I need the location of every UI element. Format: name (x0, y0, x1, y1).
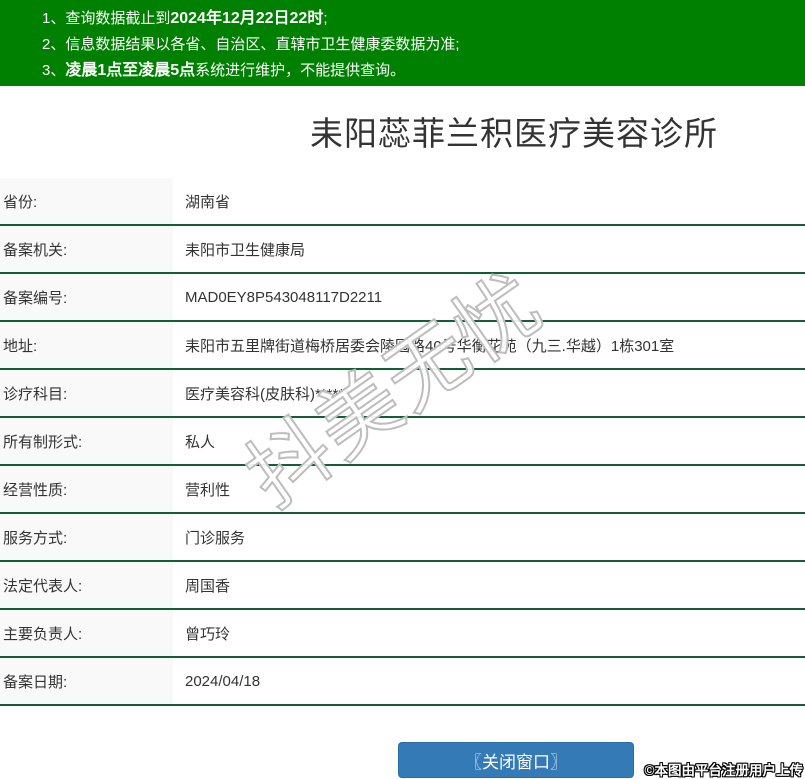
table-row-address: 地址: 耒阳市五里牌街道梅桥居委会陵园路40号华衡花苑（九三.华越）1栋301室 (0, 322, 805, 370)
field-label: 服务方式: (0, 514, 173, 560)
table-row-filing-authority: 备案机关: 耒阳市卫生健康局 (0, 226, 805, 274)
field-label: 主要负责人: (0, 610, 173, 656)
notice-line-2: 2、信息数据结果以各省、自治区、直辖市卫生健康委数据为准; (42, 36, 460, 53)
field-label: 所有制形式: (0, 418, 173, 464)
field-value: 门诊服务 (185, 529, 246, 547)
field-label: 备案编号: (0, 274, 173, 320)
field-label: 法定代表人: (0, 562, 173, 608)
table-row-ownership-form: 所有制形式: 私人 (0, 418, 805, 466)
field-label: 经营性质: (0, 466, 173, 512)
table-row-province: 省份: 湖南省 (0, 178, 805, 226)
notice-line-1: 1、查询数据截止到2024年12月22日22时; (42, 6, 805, 32)
notice-line-3: 3、凌晨1点至凌晨5点系统进行维护，不能提供查询。 (42, 58, 805, 84)
notice-line-1-bold: 2024年12月22日22时 (170, 10, 324, 27)
field-value: 医疗美容科(皮肤科)****** (185, 385, 351, 403)
notice-line-3-suffix: 系统进行维护，不能提供查询。 (195, 62, 406, 79)
field-label: 地址: (0, 322, 173, 368)
field-value: 耒阳市五里牌街道梅桥居委会陵园路40号华衡花苑（九三.华越）1栋301室 (185, 337, 675, 355)
table-row-legal-representative: 法定代表人: 周国香 (0, 562, 805, 610)
field-value: 周国香 (185, 577, 231, 595)
query-result-page: 1、查询数据截止到2024年12月22日22时; 2、信息数据结果以各省、自治区… (0, 0, 805, 779)
table-row-medical-subjects: 诊疗科目: 医疗美容科(皮肤科)****** (0, 370, 805, 418)
notice-line-3-bold: 凌晨1点至凌晨5点 (65, 62, 196, 79)
table-row-principal-person: 主要负责人: 曾巧玲 (0, 610, 805, 658)
field-value: 曾巧玲 (185, 625, 231, 643)
field-value: 耒阳市卫生健康局 (185, 241, 306, 259)
table-row-filing-date: 备案日期: 2024/04/18 (0, 658, 805, 706)
field-value: 2024/04/18 (185, 672, 261, 690)
table-row-service-mode: 服务方式: 门诊服务 (0, 514, 805, 562)
notice-banner: 1、查询数据截止到2024年12月22日22时; 2、信息数据结果以各省、自治区… (0, 0, 805, 86)
clinic-title: 耒阳蕊菲兰积医疗美容诊所 (310, 115, 718, 152)
notice-line-1-text: 1、查询数据截止到 (42, 10, 171, 27)
field-value: 湖南省 (185, 193, 231, 211)
field-label: 省份: (0, 178, 173, 224)
field-label: 备案机关: (0, 226, 173, 272)
field-value: 私人 (185, 433, 216, 451)
close-window-button[interactable]: 〖关闭窗口〗 (398, 742, 634, 778)
field-value: MAD0EY8P543048117D2211 (185, 288, 383, 306)
field-label: 诊疗科目: (0, 370, 173, 416)
info-table: 省份: 湖南省 备案机关: 耒阳市卫生健康局 备案编号: MAD0EY8P543… (0, 178, 805, 706)
notice-line-3-text: 3、 (42, 62, 66, 79)
upload-credit-text: ©本图由平台注册用户上传 (644, 763, 803, 778)
field-label: 备案日期: (0, 658, 173, 704)
field-value: 营利性 (185, 481, 231, 499)
table-row-filing-number: 备案编号: MAD0EY8P543048117D2211 (0, 274, 805, 322)
notice-line-1-suffix: ; (323, 10, 328, 27)
table-row-business-nature: 经营性质: 营利性 (0, 466, 805, 514)
